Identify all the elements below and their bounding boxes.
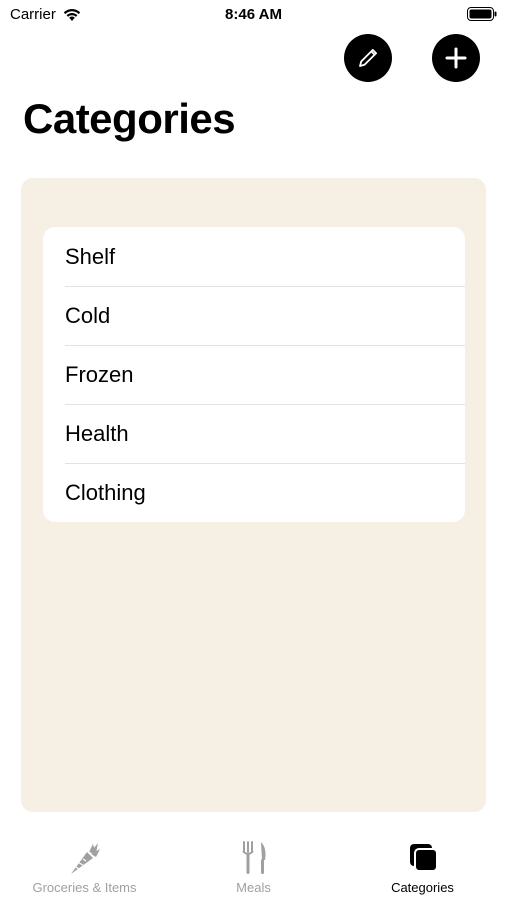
list-item-label: Shelf (65, 243, 116, 269)
fork-knife-icon (241, 841, 265, 874)
list-item-label: Cold (65, 302, 111, 328)
tab-groceries-items[interactable]: Groceries & Items (0, 830, 169, 900)
add-category-button[interactable] (432, 34, 480, 82)
tab-meals[interactable]: Meals (169, 830, 338, 900)
tab-label: Categories (391, 880, 454, 895)
list-item-label: Clothing (65, 479, 146, 505)
categories-list: Shelf Cold Frozen Health Clothing (43, 227, 465, 522)
battery-icon (467, 7, 497, 21)
tab-bar: Groceries & Items Meals Categories (0, 830, 507, 900)
tab-label: Meals (236, 880, 271, 895)
list-item[interactable]: Frozen (43, 345, 465, 404)
carrot-icon (70, 843, 100, 874)
list-item[interactable]: Health (43, 404, 465, 463)
list-item-label: Frozen (65, 361, 134, 387)
list-item[interactable]: Cold (43, 286, 465, 345)
list-item-label: Health (65, 420, 129, 446)
stacked-squares-icon (409, 844, 438, 872)
page-title: Categories (23, 95, 236, 142)
status-bar: Carrier 8:46 AM (0, 0, 507, 30)
list-item[interactable]: Clothing (43, 463, 465, 522)
edit-button[interactable] (344, 34, 392, 82)
list-item[interactable]: Shelf (43, 227, 465, 286)
categories-panel: Shelf Cold Frozen Health Clothing (21, 178, 486, 812)
tab-label: Groceries & Items (32, 880, 137, 895)
plus-icon (445, 47, 467, 69)
pencil-icon (359, 49, 377, 67)
status-time: 8:46 AM (225, 6, 282, 23)
tab-categories[interactable]: Categories (338, 830, 507, 900)
